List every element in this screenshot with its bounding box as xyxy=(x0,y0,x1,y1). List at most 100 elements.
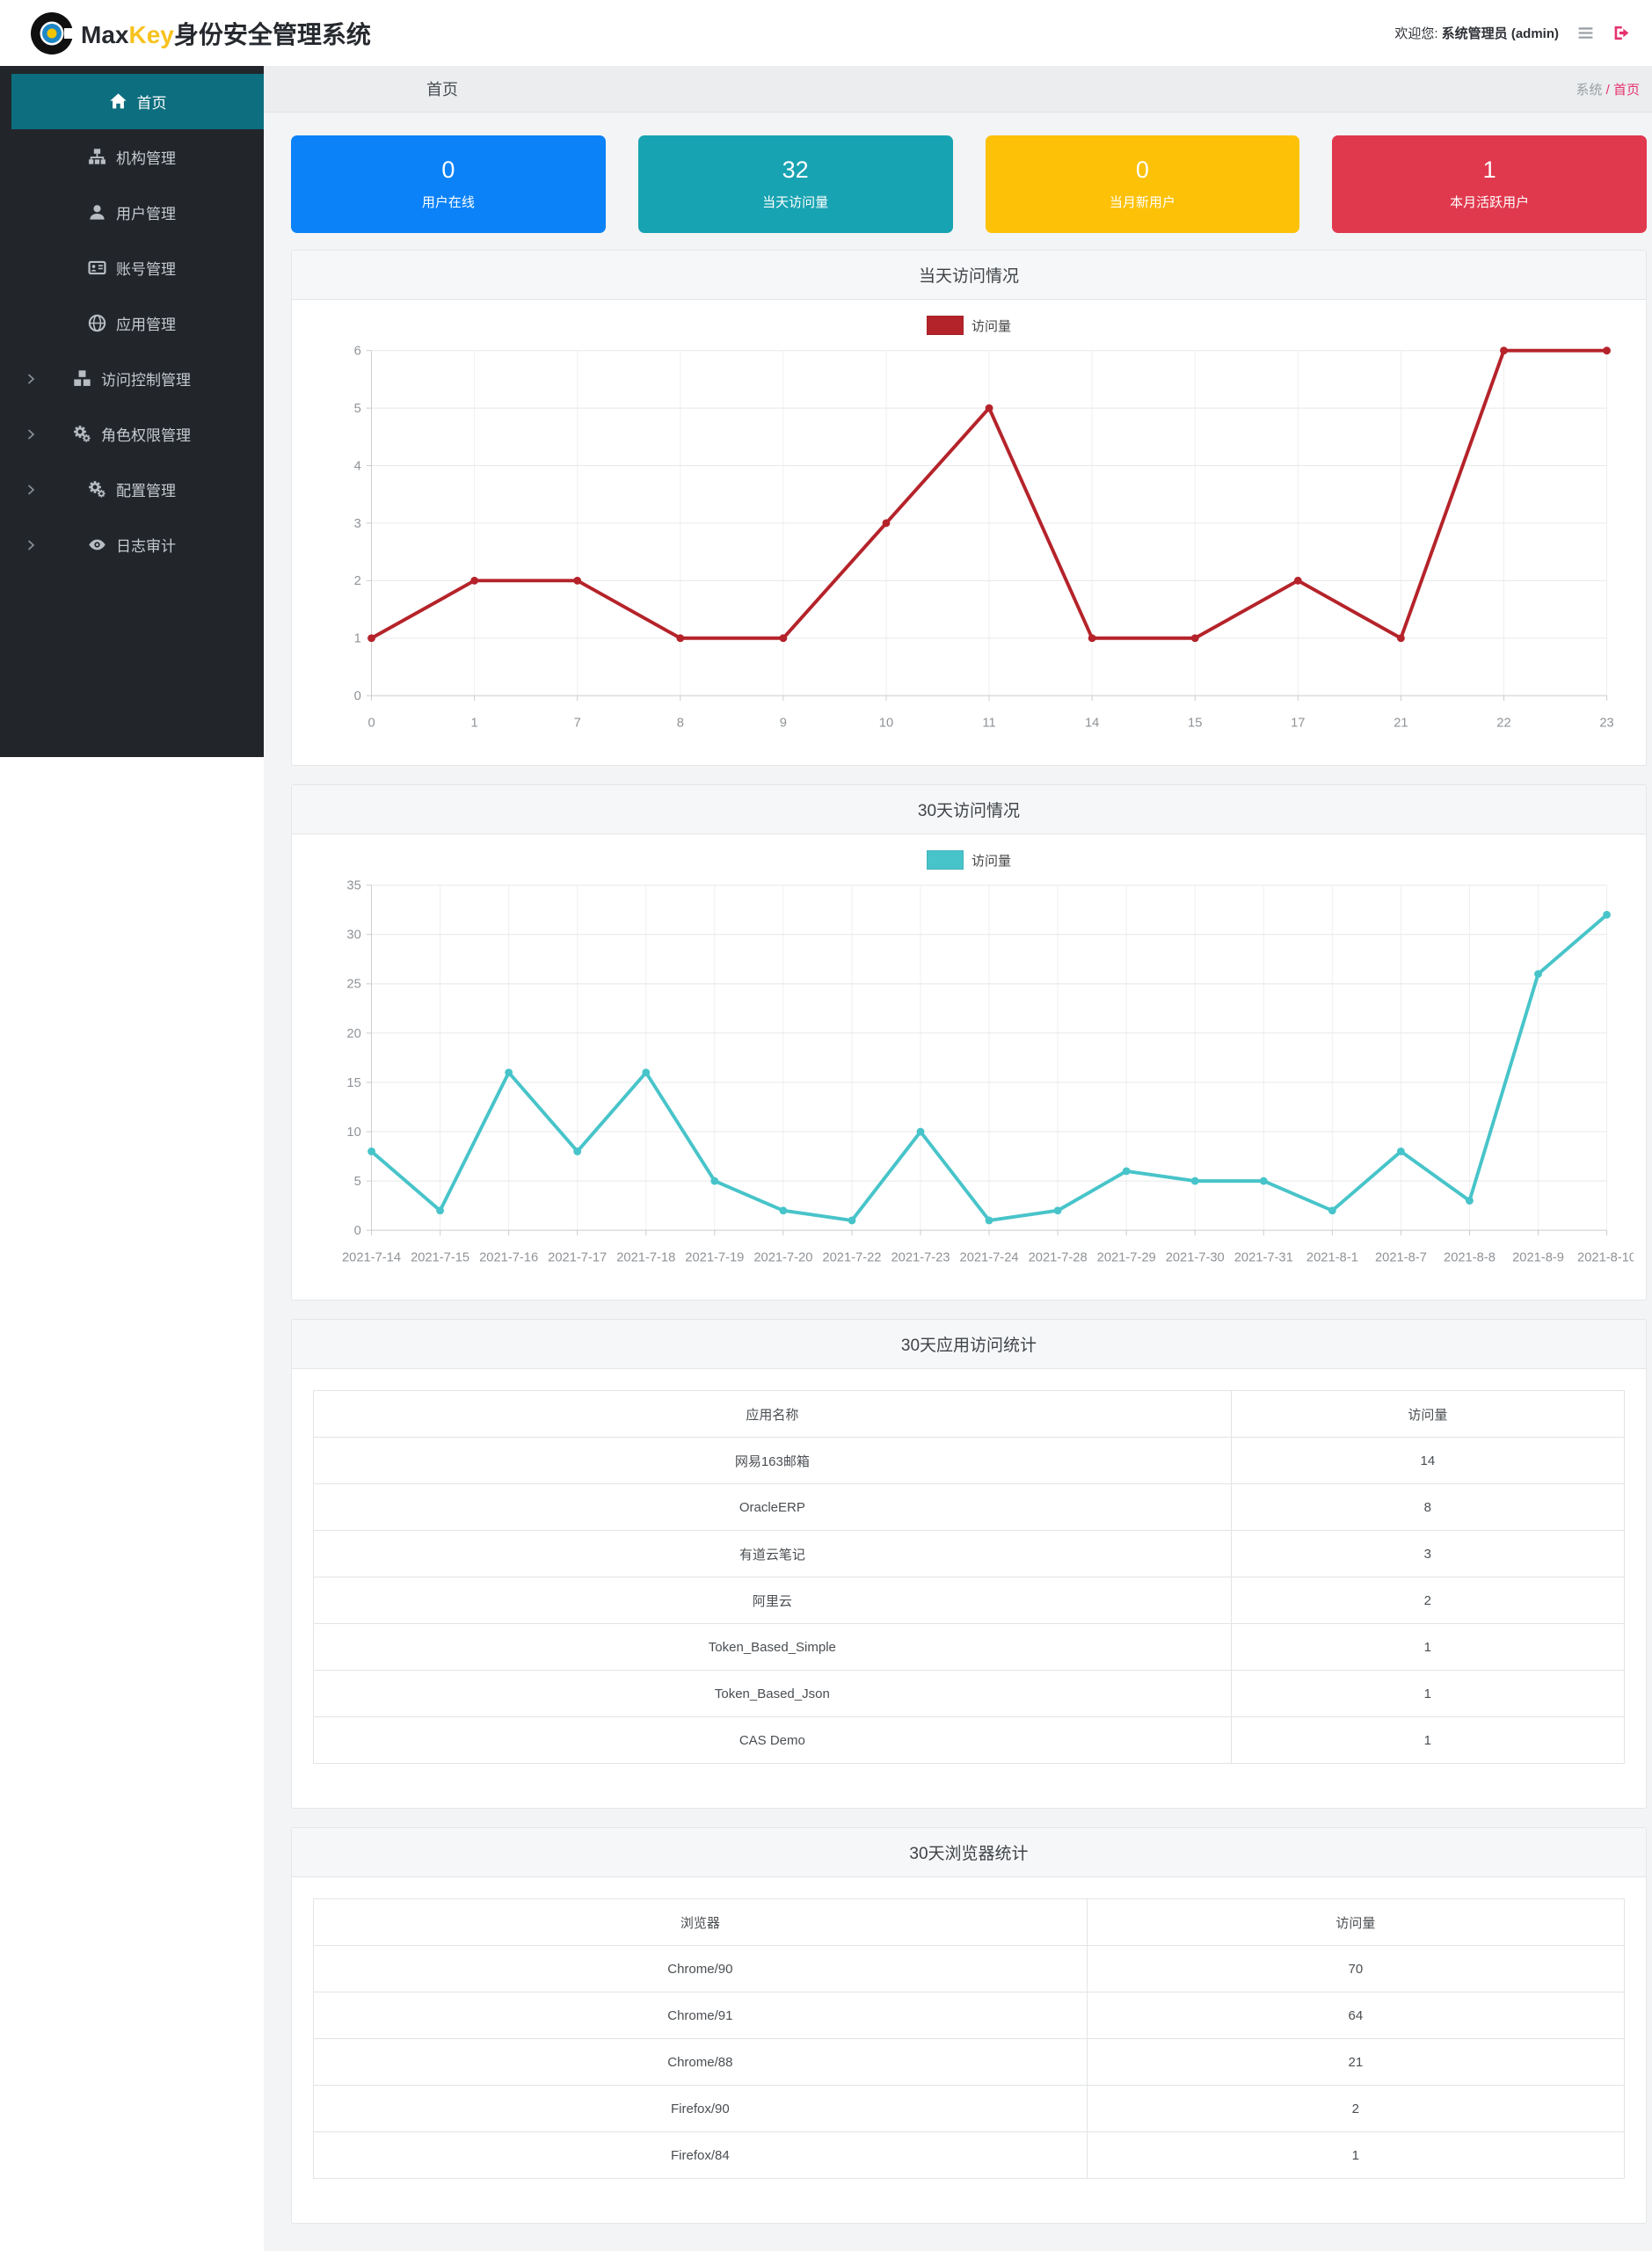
table-row: 阿里云 2 xyxy=(313,1577,1626,1624)
svg-text:2021-7-17: 2021-7-17 xyxy=(548,1250,607,1264)
sidebar-item-role-permission[interactable]: 角色权限管理 xyxy=(0,406,264,462)
table-header-row: 应用名称 访问量 xyxy=(313,1390,1626,1438)
table-header-cell: 访问量 xyxy=(1230,1390,1626,1438)
sidebar-item-audit-log[interactable]: 日志审计 xyxy=(0,517,264,572)
table-row: Token_Based_Simple 1 xyxy=(313,1623,1626,1671)
stat-card-label: 用户在线 xyxy=(421,195,475,211)
chevron-right-icon xyxy=(24,538,38,552)
table-row: Chrome/91 64 xyxy=(313,1992,1626,2039)
table-row: Chrome/88 21 xyxy=(313,2038,1626,2086)
id-card-icon xyxy=(88,259,106,277)
chart-legend[interactable]: 访问量 xyxy=(304,850,1634,870)
svg-text:2021-7-24: 2021-7-24 xyxy=(960,1250,1019,1264)
table-cell: Chrome/88 xyxy=(313,2038,1088,2086)
table-cell: 有道云笔记 xyxy=(313,1530,1232,1577)
today-visits-line-chart: 0 1 7 8 9 10 11 14 15 17 21 22 230123456 xyxy=(354,345,1614,731)
table-cell: 1 xyxy=(1230,1670,1626,1717)
sitemap-icon xyxy=(88,148,106,166)
legend-swatch xyxy=(926,850,964,870)
sidebar-item-home[interactable]: 首页 xyxy=(11,74,264,129)
legend-swatch xyxy=(926,316,964,335)
svg-text:15: 15 xyxy=(1188,716,1202,730)
breadcrumb: 系统 / 首页 xyxy=(1576,80,1640,98)
svg-text:10: 10 xyxy=(879,716,893,730)
breadcrumb-current[interactable]: 首页 xyxy=(1613,83,1640,98)
svg-text:14: 14 xyxy=(1085,716,1099,730)
svg-text:20: 20 xyxy=(346,1027,360,1041)
svg-text:2021-7-16: 2021-7-16 xyxy=(479,1250,538,1264)
main-area: 首页 系统 / 首页 0 用户在线 32 当天访问量 0 当月新用户 1 本月活跃用户 当天访… xyxy=(264,66,1652,2251)
legend-label: 访问量 xyxy=(971,318,1011,334)
table-cell: CAS Demo xyxy=(313,1716,1232,1764)
panel-30day-visits: 30天访问情况 访问量 2021-7-14 2021-7-15 2021-7-16 2… xyxy=(291,784,1647,1300)
table-cell: Token_Based_Simple xyxy=(313,1623,1232,1671)
sidebar-item-user-management[interactable]: 用户管理 xyxy=(0,185,264,240)
panel-browser-stats-title: 30天浏览器统计 xyxy=(292,1828,1646,1877)
table-cell: Firefox/90 xyxy=(313,2085,1088,2132)
svg-text:11: 11 xyxy=(982,716,995,730)
svg-text:2021-8-7: 2021-8-7 xyxy=(1375,1250,1427,1264)
user-icon xyxy=(88,203,106,222)
svg-text:1: 1 xyxy=(471,716,478,730)
sidebar-item-account-management[interactable]: 账号管理 xyxy=(0,240,264,295)
table-header-cell: 应用名称 xyxy=(313,1390,1232,1438)
topbar: 首页 系统 / 首页 xyxy=(264,66,1652,113)
stat-cards-row: 0 用户在线 32 当天访问量 0 当月新用户 1 本月活跃用户 xyxy=(291,135,1647,233)
table-cell: 阿里云 xyxy=(313,1577,1232,1624)
table-row: Token_Based_Json 1 xyxy=(313,1670,1626,1717)
table-cell: 2 xyxy=(1230,1577,1626,1624)
hamburger-menu-icon[interactable] xyxy=(1576,24,1595,42)
table-cell: Token_Based_Json xyxy=(313,1670,1232,1717)
svg-text:2021-7-15: 2021-7-15 xyxy=(411,1250,469,1264)
sidebar-item-label: 机构管理 xyxy=(116,150,176,167)
sidebar-item-label: 应用管理 xyxy=(116,317,176,333)
svg-text:3: 3 xyxy=(354,517,361,531)
svg-text:10: 10 xyxy=(346,1126,360,1140)
panel-app-visit-stats: 30天应用访问统计 应用名称 访问量 网易163邮箱 14 OracleERP 8 有道云笔… xyxy=(291,1319,1647,1809)
table-header-cell: 访问量 xyxy=(1086,1898,1626,1946)
table-cell: 70 xyxy=(1086,1945,1626,1992)
welcome-text: 欢迎您: 系统管理员 (admin) xyxy=(1394,26,1559,41)
svg-text:5: 5 xyxy=(354,402,361,416)
sidebar-item-app-management[interactable]: 应用管理 xyxy=(0,295,264,351)
svg-text:2021-8-9: 2021-8-9 xyxy=(1512,1250,1564,1264)
svg-text:4: 4 xyxy=(354,459,361,473)
table-cell: 8 xyxy=(1230,1483,1626,1531)
sidebar-item-label: 角色权限管理 xyxy=(101,427,191,444)
svg-text:5: 5 xyxy=(354,1175,361,1189)
svg-text:2021-7-31: 2021-7-31 xyxy=(1234,1250,1293,1264)
table-cell: Firefox/84 xyxy=(313,2131,1088,2179)
home-icon xyxy=(109,92,127,111)
app-visits-table: 应用名称 访问量 网易163邮箱 14 OracleERP 8 有道云笔记 3 阿里云 2 Toke… xyxy=(313,1390,1626,1764)
cubes-icon xyxy=(73,369,91,388)
chart-legend[interactable]: 访问量 xyxy=(304,316,1634,335)
svg-text:1: 1 xyxy=(354,632,361,646)
sidebar-item-config-management[interactable]: 配置管理 xyxy=(0,462,264,517)
sidebar-item-org-management[interactable]: 机构管理 xyxy=(0,129,264,185)
breadcrumb-section: 系统 xyxy=(1576,82,1603,98)
svg-text:22: 22 xyxy=(1496,716,1510,730)
stat-card-label: 当天访问量 xyxy=(762,195,829,211)
sidebar-item-label: 日志审计 xyxy=(116,538,176,555)
svg-text:21: 21 xyxy=(1394,716,1408,730)
chevron-right-icon xyxy=(24,372,38,386)
table-row: OracleERP 8 xyxy=(313,1483,1626,1531)
table-cell: 64 xyxy=(1086,1992,1626,2039)
sidebar-item-label: 用户管理 xyxy=(116,206,176,222)
header-actions: 欢迎您: 系统管理员 (admin) xyxy=(1394,24,1631,42)
logout-icon[interactable] xyxy=(1612,24,1631,42)
svg-text:0: 0 xyxy=(368,716,375,730)
stat-card-label: 本月活跃用户 xyxy=(1450,195,1530,211)
svg-text:2021-8-8: 2021-8-8 xyxy=(1444,1250,1496,1264)
table-header-cell: 浏览器 xyxy=(313,1898,1088,1946)
sidebar-item-access-control[interactable]: 访问控制管理 xyxy=(0,351,264,406)
table-row: CAS Demo 1 xyxy=(313,1716,1626,1764)
svg-text:0: 0 xyxy=(354,1224,361,1238)
svg-text:25: 25 xyxy=(346,978,360,992)
legend-label: 访问量 xyxy=(971,853,1011,869)
sidebar-item-label: 配置管理 xyxy=(116,483,176,499)
svg-text:17: 17 xyxy=(1291,716,1305,730)
panel-app-visit-stats-title: 30天应用访问统计 xyxy=(292,1320,1646,1369)
globe-icon xyxy=(88,314,106,332)
svg-text:2021-8-1: 2021-8-1 xyxy=(1306,1250,1358,1264)
